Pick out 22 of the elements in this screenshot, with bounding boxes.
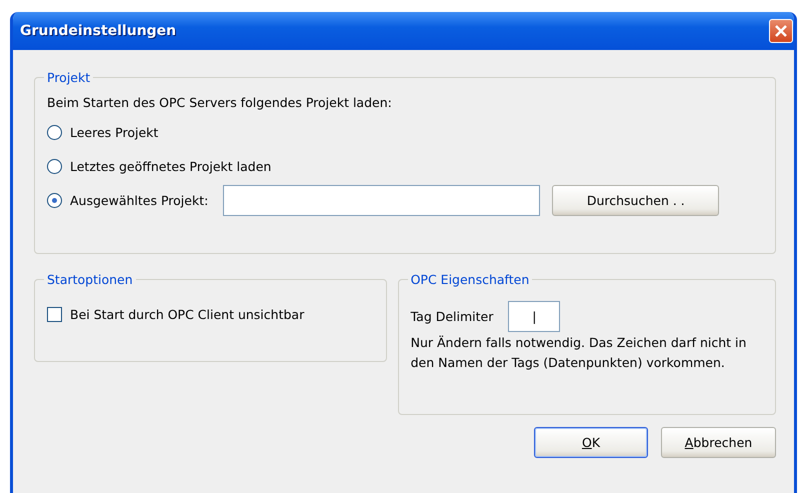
checkbox-label: Bei Start durch OPC Client unsichtbar <box>70 306 304 322</box>
project-path-field[interactable] <box>223 184 540 216</box>
radio-label: Ausgewähltes Projekt: <box>70 192 208 208</box>
delimiter-field[interactable]: | <box>508 300 560 332</box>
radio-button[interactable] <box>47 124 62 140</box>
radio-label: Leeres Projekt <box>70 124 158 140</box>
close-button[interactable] <box>769 19 793 43</box>
close-icon <box>774 24 788 38</box>
delimiter-label: Tag Delimiter <box>410 308 494 324</box>
note-text: Nur Ändern falls notwendig. Das Zeichen darf nicht in den Namen der Tags (Datenpunkten) vorkommen. <box>410 334 748 372</box>
radio-button[interactable] <box>47 158 62 174</box>
radio-button[interactable] <box>47 192 62 208</box>
group-legend: Startoptionen <box>44 272 136 287</box>
browse-button[interactable]: Durchsuchen . . <box>552 184 720 216</box>
radio-label: Letztes geöffnetes Projekt laden <box>70 158 272 174</box>
checkbox[interactable] <box>47 306 62 322</box>
group-legend: OPC Eigenschaften <box>408 272 532 287</box>
group-legend: Projekt <box>44 70 94 85</box>
intro-text: Beim Starten des OPC Servers folgendes Projekt laden: <box>47 94 392 110</box>
window-title: Grundeinstellungen <box>20 23 176 39</box>
ok-button[interactable]: OK <box>534 427 648 458</box>
cancel-button[interactable]: Abbrechen <box>661 427 776 458</box>
